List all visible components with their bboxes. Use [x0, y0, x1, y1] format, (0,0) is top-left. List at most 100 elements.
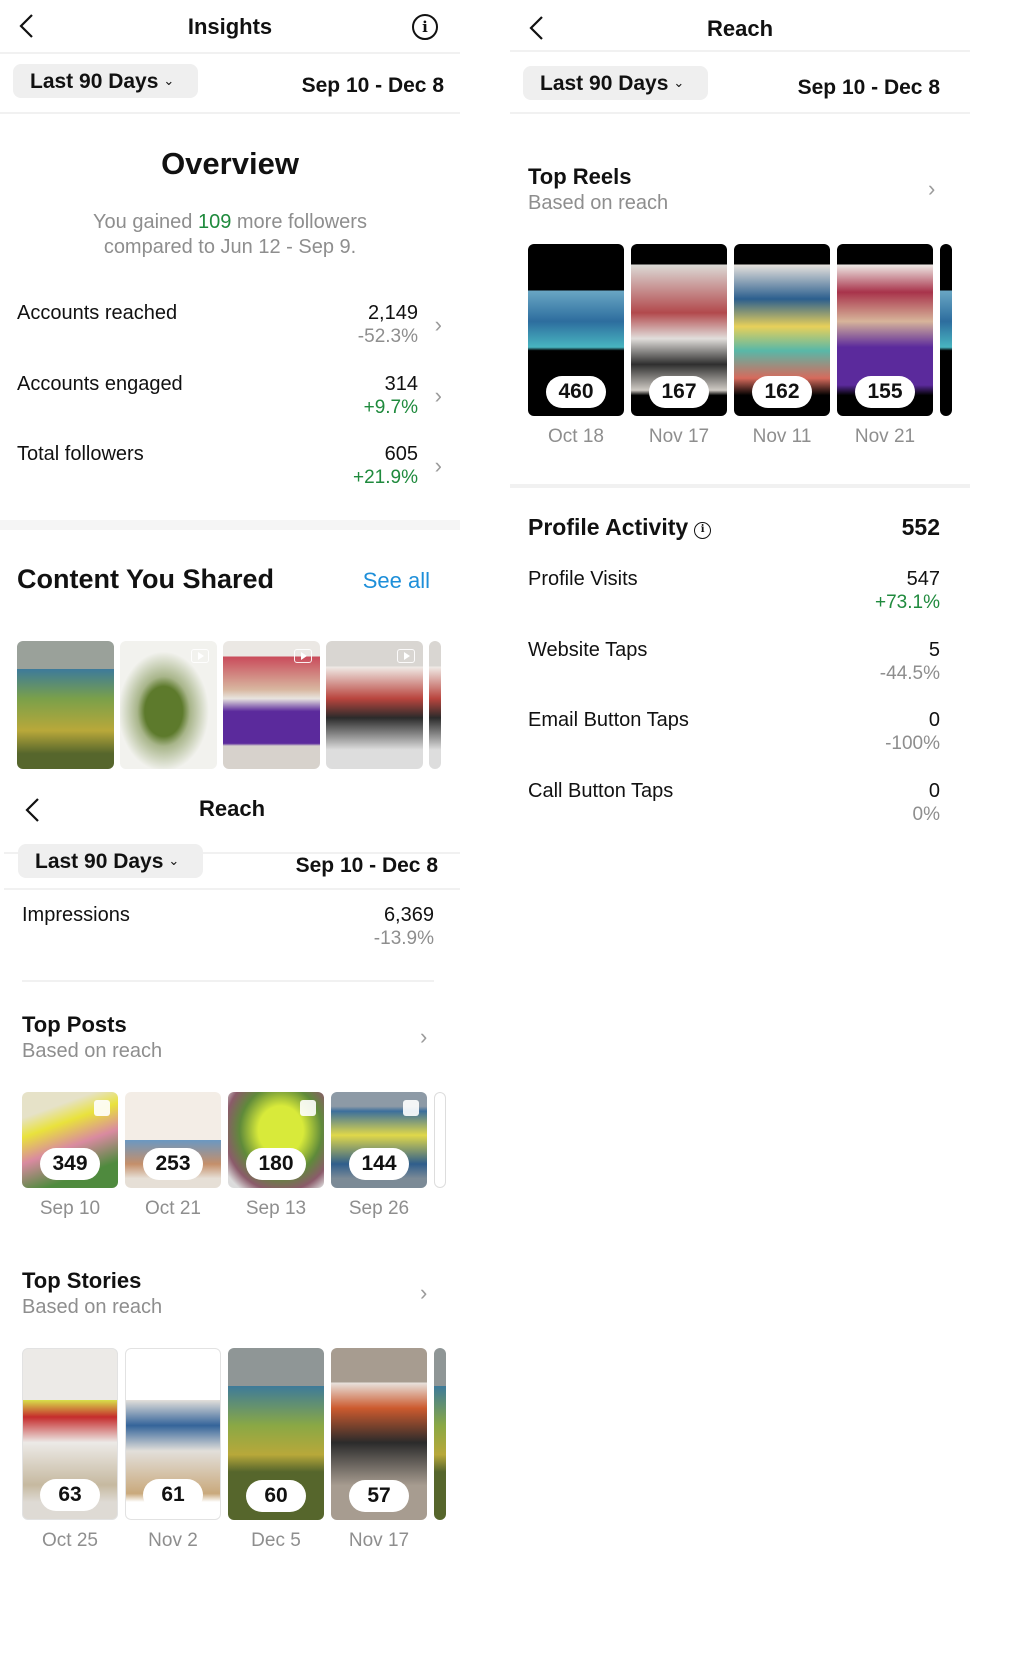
email-button-taps-row: Email Button Taps 0 -100%	[528, 709, 940, 769]
top-story-thumbnail[interactable]: 61	[125, 1348, 221, 1520]
date-range-dropdown[interactable]: Last 90 Days ⌄	[523, 66, 708, 100]
shared-content-thumbnail-peek[interactable]	[429, 641, 441, 769]
website-taps-row: Website Taps 5 -44.5%	[528, 639, 940, 699]
post-date: Sep 10	[39, 1198, 101, 1219]
date-range-dropdown[interactable]: Last 90 Days ⌄	[18, 844, 203, 878]
top-post-thumbnail[interactable]: 253	[125, 1092, 221, 1188]
divider	[22, 980, 434, 982]
reach-badge: 349	[40, 1148, 100, 1180]
story-date: Dec 5	[251, 1530, 301, 1551]
chevron-right-icon: ›	[434, 453, 442, 478]
chevron-down-icon: ⌄	[168, 853, 180, 868]
content-shared-heading: Content You Shared	[17, 564, 275, 594]
info-icon[interactable]: i	[412, 14, 438, 40]
shared-content-row	[17, 641, 441, 769]
date-range-dropdown[interactable]: Last 90 Days ⌄	[13, 64, 198, 98]
profile-activity-heading: Profile Activity i	[528, 514, 712, 541]
chevron-right-icon[interactable]: ›	[928, 176, 935, 202]
gain-comparison: compared to Jun 12 - Sep 9.	[103, 236, 357, 258]
top-stories-row: 63 61 60 57	[22, 1348, 446, 1520]
page-title: Reach	[706, 16, 774, 41]
top-reel-thumbnail-peek[interactable]	[940, 244, 952, 416]
metric-change: +9.7%	[363, 397, 418, 418]
carousel-icon	[403, 1100, 419, 1116]
reach-badge: 460	[546, 376, 606, 408]
reel-date: Nov 11	[752, 426, 812, 447]
date-range-bar: Last 90 Days ⌄ Sep 10 - Dec 8	[0, 56, 460, 114]
carousel-icon	[300, 1100, 316, 1116]
top-story-thumbnail-peek[interactable]	[434, 1348, 446, 1520]
reach-badge: 180	[246, 1148, 306, 1180]
top-reel-thumbnail[interactable]: 162	[734, 244, 830, 416]
chevron-down-icon: ⌄	[673, 75, 685, 90]
reach-screen-right: Reach Last 90 Days ⌄ Sep 10 - Dec 8 Top R…	[510, 0, 970, 880]
story-date: Nov 2	[148, 1530, 198, 1551]
top-story-thumbnail[interactable]: 57	[331, 1348, 427, 1520]
call-button-taps-row: Call Button Taps 0 0%	[528, 780, 940, 840]
top-post-thumbnail-peek[interactable]	[434, 1092, 446, 1188]
reach-badge: 144	[349, 1148, 409, 1180]
date-range-text: Sep 10 - Dec 8	[295, 854, 438, 877]
metric-value: 605	[384, 443, 418, 465]
shared-content-thumbnail[interactable]	[223, 641, 320, 769]
top-post-thumbnail[interactable]: 180	[228, 1092, 324, 1188]
metric-accounts-engaged[interactable]: Accounts engaged 314 +9.7% ›	[17, 373, 444, 433]
reach-badge: 253	[143, 1148, 203, 1180]
metric-change: -13.9%	[373, 928, 434, 949]
shared-content-thumbnail[interactable]	[17, 641, 114, 769]
gain-value: 109	[197, 211, 232, 233]
shared-content-thumbnail[interactable]	[120, 641, 217, 769]
top-story-thumbnail[interactable]: 63	[22, 1348, 118, 1520]
metric-change: +21.9%	[353, 467, 418, 488]
row-label: Profile Visits	[528, 568, 638, 590]
info-icon[interactable]: i	[694, 522, 712, 539]
top-stories-subtitle: Based on reach	[22, 1296, 163, 1318]
page-title: Reach	[198, 796, 266, 821]
metric-value: 2,149	[367, 302, 418, 324]
profile-activity-label: Profile Activity	[528, 514, 689, 540]
carousel-icon	[94, 1100, 110, 1116]
followers-gain-summary: You gained 109 more followers compared t…	[0, 210, 460, 260]
top-stories-heading: Top Stories	[22, 1268, 142, 1293]
metric-label: Impressions	[22, 904, 130, 926]
section-divider	[0, 520, 460, 530]
metric-total-followers[interactable]: Total followers 605 +21.9% ›	[17, 443, 444, 503]
reach-badge: 57	[349, 1480, 409, 1512]
see-all-link[interactable]: See all	[363, 568, 430, 594]
divider	[510, 484, 970, 488]
top-posts-subtitle: Based on reach	[22, 1040, 163, 1062]
row-value: 547	[906, 568, 940, 590]
metric-impressions: Impressions 6,369 -13.9%	[22, 904, 460, 964]
metric-accounts-reached[interactable]: Accounts reached 2,149 -52.3% ›	[17, 302, 444, 362]
profile-visits-row: Profile Visits 547 +73.1%	[528, 568, 940, 628]
top-story-thumbnail[interactable]: 60	[228, 1348, 324, 1520]
reach-badge: 162	[752, 376, 812, 408]
metric-label: Accounts engaged	[17, 373, 183, 395]
top-reels-heading: Top Reels	[528, 164, 632, 189]
top-reel-thumbnail[interactable]: 167	[631, 244, 727, 416]
metric-label: Total followers	[17, 443, 144, 465]
page-title: Insights	[187, 14, 273, 39]
row-label: Call Button Taps	[528, 780, 674, 802]
reach-badge: 61	[143, 1479, 203, 1511]
top-reel-thumbnail[interactable]: 460	[528, 244, 624, 416]
reach-screen-left: Reach Last 90 Days ⌄ Sep 10 - Dec 8 Impre…	[0, 796, 460, 1660]
chevron-right-icon[interactable]: ›	[420, 1024, 427, 1050]
top-posts-row: 349 253 180 144	[22, 1092, 446, 1188]
top-post-thumbnail[interactable]: 144	[331, 1092, 427, 1188]
date-range-label: Last 90 Days	[30, 70, 159, 93]
row-change: +73.1%	[875, 592, 940, 613]
row-change: -100%	[885, 733, 940, 754]
shared-content-thumbnail[interactable]	[326, 641, 423, 769]
top-post-thumbnail[interactable]: 349	[22, 1092, 118, 1188]
chevron-right-icon: ›	[434, 383, 442, 408]
row-value: 0	[928, 709, 940, 731]
chevron-right-icon[interactable]: ›	[420, 1280, 427, 1306]
top-reel-thumbnail[interactable]: 155	[837, 244, 933, 416]
metric-change: -52.3%	[357, 326, 418, 347]
reach-badge: 167	[649, 376, 709, 408]
post-date: Sep 26	[348, 1198, 410, 1219]
insights-navbar: Insights i	[0, 0, 460, 54]
row-value: 0	[928, 780, 940, 802]
row-value: 5	[928, 639, 940, 661]
